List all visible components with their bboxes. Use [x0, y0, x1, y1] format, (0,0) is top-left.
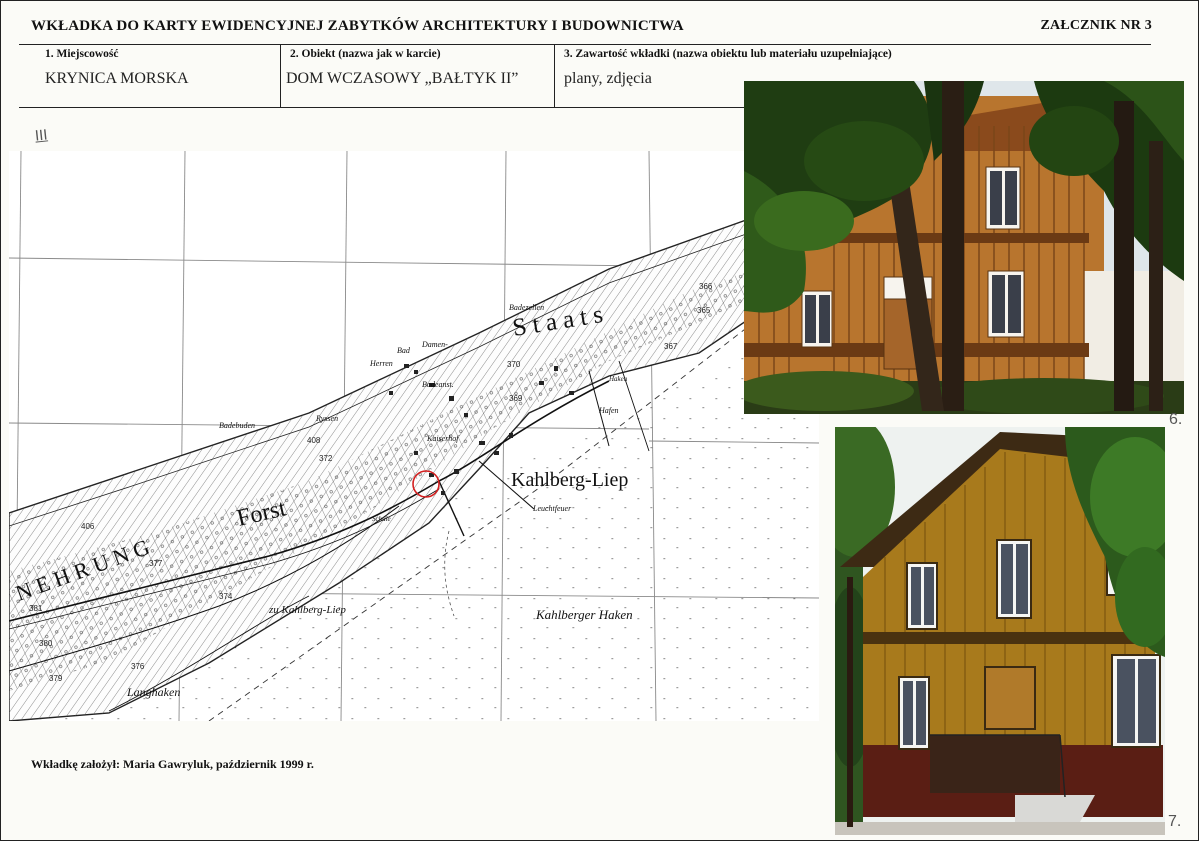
- photo-house-side-view: [744, 81, 1184, 414]
- handwritten-photo-number-6: 6.: [1169, 411, 1183, 428]
- header-rule: [19, 44, 1151, 45]
- label-ryssen: Ryssen: [315, 414, 338, 423]
- field-value-contents: plany, zdjęcia: [564, 70, 652, 87]
- label-leuchtfeuer: Leuchtfeuer: [532, 504, 572, 513]
- label-haken: Haken: [608, 375, 628, 383]
- annex-number: ZAŁCZNIK NR 3: [1040, 18, 1152, 33]
- record-sheet: WKŁADKA DO KARTY EWIDENCYJNEJ ZABYTKÓW A…: [0, 0, 1199, 841]
- svg-text:367: 367: [664, 342, 678, 351]
- svg-text:408: 408: [307, 436, 321, 445]
- label-badebuden: Badebuden: [219, 421, 255, 430]
- svg-text:366: 366: [699, 282, 713, 291]
- label-schule: Schule: [372, 515, 391, 523]
- svg-text:369: 369: [509, 394, 523, 403]
- label-badeanst: Badeanst.: [422, 380, 454, 389]
- svg-text:372: 372: [319, 454, 333, 463]
- label-kahlberg-liep: Kahlberg-Liep: [511, 469, 628, 491]
- field-value-object: DOM WCZASOWY „BAŁTYK II”: [286, 70, 519, 87]
- author-note: Wkładkę założył: Maria Gawryluk, paździe…: [31, 757, 314, 771]
- document-title: WKŁADKA DO KARTY EWIDENCYJNEJ ZABYTKÓW A…: [31, 18, 684, 34]
- svg-text:370: 370: [507, 360, 521, 369]
- svg-text:381: 381: [29, 604, 43, 613]
- svg-text:377: 377: [149, 559, 163, 568]
- handwritten-map-mark: III: [34, 126, 49, 145]
- svg-text:374: 374: [219, 592, 233, 601]
- topographic-map: - -: [9, 151, 819, 721]
- handwritten-photo-number-7: 7.: [1168, 813, 1182, 830]
- label-hafen: Hafen: [598, 406, 619, 415]
- svg-text:380: 380: [39, 639, 53, 648]
- svg-text:406: 406: [81, 522, 95, 531]
- field-value-locality: KRYNICA MORSKA: [45, 70, 189, 87]
- label-kaiserhof: Kaiserhof: [426, 434, 460, 443]
- fields-bottom-rule: [19, 107, 744, 108]
- label-badezellen: Badezellen: [509, 303, 544, 312]
- label-kahlberger-haken: Kahlberger Haken: [535, 607, 633, 622]
- field-label-object: 2. Obiekt (nazwa jak w karcie): [290, 48, 441, 60]
- map-content: S t a a t s Kahlberg-Liep Forst N E H R …: [9, 151, 819, 721]
- label-damen: Damen-: [421, 340, 448, 349]
- photo-house-front-view: [835, 427, 1165, 835]
- label-langhaken: Langhaken: [126, 685, 180, 699]
- field-label-contents: 3. Zawartość wkładki (nazwa obiektu lub …: [564, 48, 892, 60]
- field-divider-1: [280, 45, 281, 107]
- label-bad: Bad: [397, 346, 411, 355]
- field-divider-2: [554, 45, 555, 107]
- svg-text:379: 379: [49, 674, 63, 683]
- svg-text:376: 376: [131, 662, 145, 671]
- svg-text:365: 365: [697, 306, 711, 315]
- label-zu-kahlberg-liep: zu Kahlberg-Liep: [268, 604, 346, 616]
- field-label-locality: 1. Miejscowość: [45, 48, 119, 60]
- label-herren: Herren: [369, 359, 393, 368]
